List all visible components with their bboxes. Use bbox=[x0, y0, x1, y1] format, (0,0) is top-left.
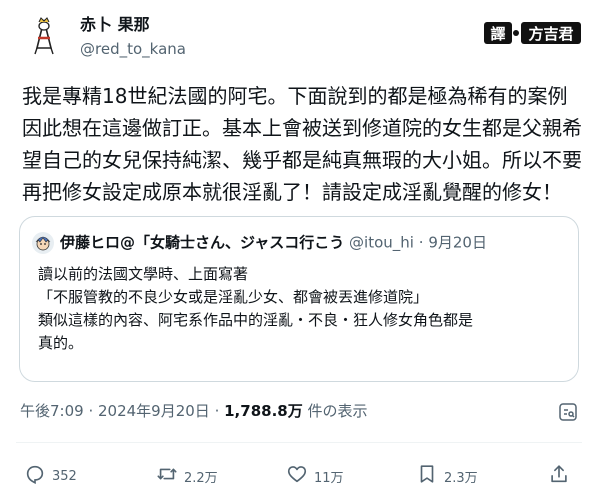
author-display-name[interactable]: 赤卜 果那 bbox=[80, 14, 186, 36]
tweet-line: 望自己的女兒保持純潔、幾乎都是純真無瑕的大小姐。所以不要 bbox=[22, 148, 582, 172]
quoted-line: 讀以前的法國文學時、上面寫著 bbox=[38, 265, 249, 283]
author-avatar[interactable] bbox=[22, 14, 66, 58]
bookmark-button[interactable]: 2.3万 bbox=[416, 462, 478, 490]
retweet-icon bbox=[156, 463, 178, 489]
quoted-separator: · bbox=[418, 233, 424, 252]
quoted-tweet-header: 伊藤ヒロ@「女騎士さん、ジャスコ行こう @itou_hi · 9月20日 bbox=[32, 231, 487, 254]
quoted-date[interactable]: 9月20日 bbox=[428, 234, 487, 252]
tweet-line: 再把修女設定成原本就很淫亂了！請設定成淫亂覺醒的修女！ bbox=[22, 180, 562, 204]
reply-count: 352 bbox=[52, 468, 77, 484]
svg-text:方吉君: 方吉君 bbox=[528, 25, 573, 43]
quoted-line: 真的。 bbox=[38, 334, 84, 352]
tweet-text: 我是專精18世紀法國的阿宅。下面說到的都是極為稀有的案例 因此想在這邊做訂正。基… bbox=[22, 80, 582, 208]
translator-watermark-logo: 譯 方吉君 bbox=[484, 20, 582, 46]
views-count: 1,788.8万 bbox=[224, 402, 303, 420]
quoted-tweet-text: 讀以前的法國文學時、上面寫著 「不服管教的不良少女或是淫亂少女、都會被丟進修道院… bbox=[38, 263, 568, 355]
quoted-line: 「不服管教的不良少女或是淫亂少女、都會被丟進修道院」 bbox=[38, 288, 429, 306]
tweet-meta: 午後7:09 · 2024年9月20日 · 1,788.8万 件の表示 bbox=[20, 400, 368, 422]
like-button[interactable]: 11万 bbox=[286, 462, 344, 490]
grok-icon[interactable] bbox=[558, 402, 578, 422]
like-count: 11万 bbox=[314, 470, 344, 486]
quoted-tweet-card[interactable]: 伊藤ヒロ@「女騎士さん、ジャスコ行こう @itou_hi · 9月20日 讀以前… bbox=[19, 216, 579, 382]
retweet-count: 2.2万 bbox=[184, 470, 218, 486]
tweet-line: 我是專精18世紀法國的阿宅。下面說到的都是極為稀有的案例 bbox=[22, 84, 568, 108]
divider bbox=[16, 442, 582, 443]
tweet-date[interactable]: 2024年9月20日 bbox=[98, 402, 210, 420]
tweet-header: 赤卜 果那 @red_to_kana 譯 方吉君 bbox=[16, 12, 582, 64]
meta-separator: · bbox=[209, 402, 225, 420]
reply-button[interactable]: 352 bbox=[24, 462, 77, 490]
quoted-line: 類似這樣的內容、阿宅系作品中的淫亂・不良・狂人修女角色都是 bbox=[38, 311, 474, 329]
svg-text:譯: 譯 bbox=[490, 25, 505, 43]
reply-icon bbox=[24, 463, 46, 489]
bookmark-count: 2.3万 bbox=[444, 470, 478, 486]
tweet-line: 因此想在這邊做訂正。基本上會被送到修道院的女生都是父親希 bbox=[22, 116, 582, 140]
author-handle[interactable]: @red_to_kana bbox=[80, 38, 186, 60]
quoted-author-name[interactable]: 伊藤ヒロ@「女騎士さん、ジャスコ行こう bbox=[60, 234, 344, 252]
share-button[interactable] bbox=[548, 462, 570, 490]
action-bar: 352 2.2万 11万 2.3万 bbox=[20, 462, 580, 490]
bookmark-icon bbox=[416, 463, 438, 489]
tweet-time[interactable]: 午後7:09 bbox=[20, 402, 84, 420]
heart-icon bbox=[286, 463, 308, 489]
retweet-button[interactable]: 2.2万 bbox=[156, 462, 218, 490]
share-icon bbox=[548, 463, 570, 489]
views-label: 件の表示 bbox=[302, 402, 368, 420]
quoted-author-avatar bbox=[32, 231, 54, 254]
quoted-author-handle[interactable]: @itou_hi bbox=[349, 234, 414, 252]
meta-separator: · bbox=[83, 402, 98, 420]
